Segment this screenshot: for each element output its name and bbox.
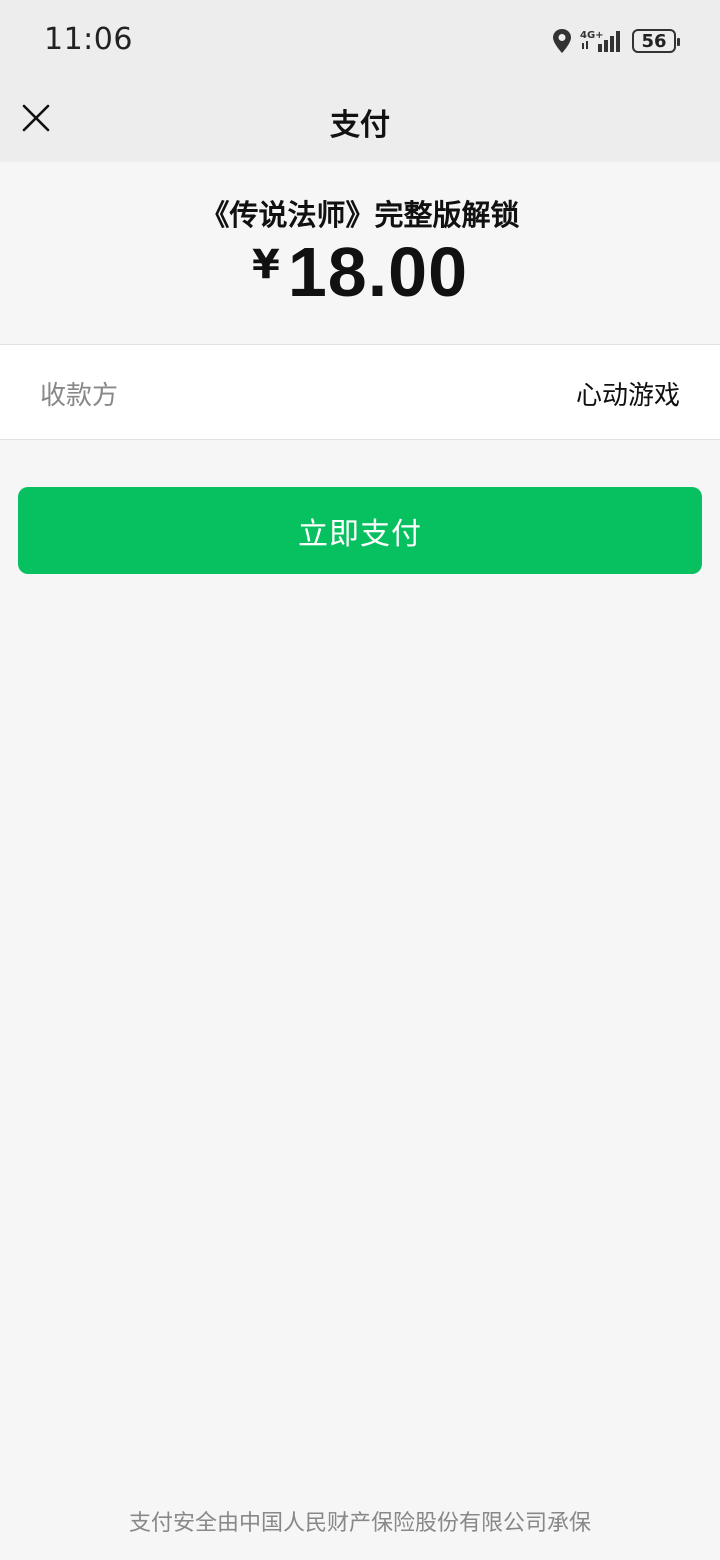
- currency-symbol: ¥: [251, 242, 280, 288]
- pay-now-button[interactable]: 立即支付: [18, 487, 702, 574]
- status-time: 11:06: [44, 22, 133, 57]
- network-label: 4G+: [580, 30, 604, 41]
- insurance-footer: 支付安全由中国人民财产保险股份有限公司承保: [128, 1511, 591, 1536]
- signal-icon: 4G+: [580, 28, 624, 54]
- product-header: 《传说法师》完整版解锁 ¥18.00: [0, 162, 720, 344]
- price: ¥18.00: [0, 232, 720, 312]
- payee-value: 心动游戏: [575, 381, 680, 411]
- nav-bar: 支付: [0, 80, 720, 162]
- location-icon: [552, 28, 572, 54]
- status-bar: 11:06 4G+ 56: [0, 0, 720, 80]
- battery-level: 56: [641, 30, 667, 52]
- payment-page: 11:06 4G+ 56 支付 《传说法师》完整版解锁 ¥ 18.00 收款方 …: [0, 0, 720, 1560]
- battery-icon: 56: [632, 29, 680, 53]
- price-amount: 18.00: [287, 233, 468, 311]
- pay-now-label: 立即支付: [298, 516, 422, 552]
- payee-label: 收款方: [40, 381, 119, 411]
- page-title: 支付: [330, 108, 390, 143]
- product-name: 《传说法师》完整版解锁: [200, 198, 520, 232]
- status-icons: 4G+ 56: [552, 26, 680, 56]
- payee-row: 收款方 心动游戏: [0, 344, 720, 440]
